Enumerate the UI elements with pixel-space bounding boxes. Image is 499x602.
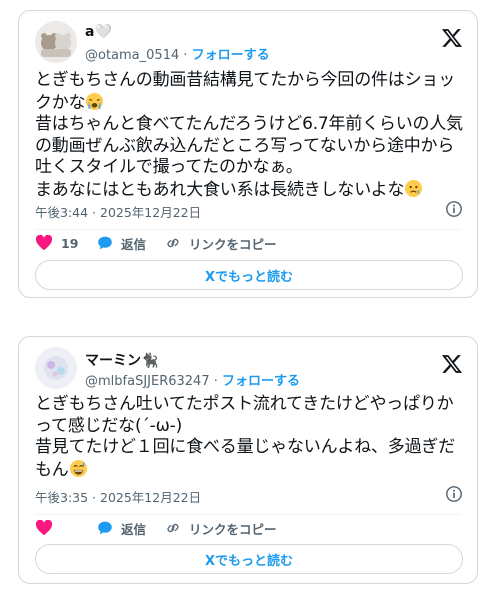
handle-line: @otama_0514 · フォローする: [85, 44, 270, 63]
author-handle[interactable]: @otama_0514: [85, 48, 179, 63]
heart-icon: [35, 235, 53, 251]
author-name[interactable]: a🤍: [85, 24, 112, 40]
text-line: 昔見てたけど１回に食べる量じゃないんよね、多過ぎだ: [35, 437, 455, 457]
read-more-button[interactable]: Xでもっと読む: [35, 260, 463, 290]
x-logo-icon[interactable]: [441, 353, 463, 375]
like-count: 19: [61, 235, 79, 251]
follow-button[interactable]: フォローする: [192, 48, 270, 63]
post-timestamp[interactable]: 午後3:44 · 2025年12月22日: [35, 202, 201, 221]
worried-face-emoji: [405, 179, 423, 197]
post-actions: 19 返信 リンクをコピー: [35, 232, 461, 254]
post-header: マーミン🐈‍⬛ @mlbfaSJJER63247 · フォローする: [35, 347, 463, 391]
x-logo-icon[interactable]: [441, 27, 463, 49]
reply-bubble-icon: [98, 521, 112, 535]
copy-link-button[interactable]: リンクをコピー: [165, 517, 277, 539]
reply-button[interactable]: 返信: [97, 517, 146, 539]
text-line: クかな: [35, 92, 86, 113]
link-icon: [167, 523, 179, 533]
author-handle[interactable]: @mlbfaSJJER63247: [85, 374, 210, 389]
divider: [35, 229, 461, 230]
like-button[interactable]: [35, 517, 53, 539]
heart-icon: [35, 520, 53, 536]
text-line: まあなにはともあれ大食い系は長続きしないよな: [35, 179, 405, 200]
post-text: とぎもちさん吐いてたポスト流れてきたけどやっぱりか って感じだな(´-ω-) 昔…: [35, 394, 465, 481]
author-name[interactable]: マーミン🐈‍⬛: [85, 350, 158, 370]
like-button[interactable]: 19: [35, 232, 78, 254]
post-actions: 返信 リンクをコピー: [35, 517, 461, 539]
text-line: の動画ぜんぶ飲み込んだところ写ってないから途中から: [35, 135, 455, 156]
divider: [35, 514, 461, 515]
separator: ·: [183, 48, 188, 63]
info-icon[interactable]: [445, 485, 463, 503]
text-line: 吐くスタイルで撮ってたのかなぁ。: [35, 157, 303, 177]
text-line: とぎもちさんの動画昔結構見てたから今回の件はショッ: [35, 70, 455, 90]
read-more-button[interactable]: Xでもっと読む: [35, 544, 463, 574]
post-timestamp[interactable]: 午後3:35 · 2025年12月22日: [35, 487, 201, 506]
reply-label: 返信: [121, 521, 147, 537]
post-text: とぎもちさんの動画昔結構見てたから今回の件はショッ クかな 昔はちゃんと食べてた…: [35, 70, 465, 201]
avatar[interactable]: [35, 347, 77, 389]
text-line: とぎもちさん吐いてたポスト流れてきたけどやっぱりか: [35, 394, 454, 414]
info-icon[interactable]: [445, 200, 463, 218]
separator: ·: [213, 374, 218, 389]
follow-button[interactable]: フォローする: [222, 374, 300, 389]
reply-label: 返信: [121, 236, 147, 252]
reply-button[interactable]: 返信: [97, 232, 146, 254]
avatar[interactable]: [35, 21, 77, 63]
reply-bubble-icon: [98, 236, 112, 250]
copy-link-label: リンクをコピー: [189, 236, 277, 252]
text-line: って感じだな(´-ω-): [35, 415, 183, 436]
text-line: もん: [35, 459, 69, 480]
grinning-sweat-emoji: [69, 459, 87, 477]
post-card-2: マーミン🐈‍⬛ @mlbfaSJJER63247 · フォローする とぎもちさん…: [18, 336, 478, 584]
link-icon: [167, 238, 179, 248]
crying-face-emoji: [86, 92, 104, 110]
copy-link-button[interactable]: リンクをコピー: [165, 232, 277, 254]
post-header: a🤍 @otama_0514 · フォローする: [35, 21, 463, 65]
post-card-1: a🤍 @otama_0514 · フォローする とぎもちさんの動画昔結構見てたか…: [18, 10, 478, 298]
handle-line: @mlbfaSJJER63247 · フォローする: [85, 370, 300, 389]
copy-link-label: リンクをコピー: [189, 521, 277, 537]
text-line: 昔はちゃんと食べてたんだろうけど6.7年前くらいの人気: [35, 114, 463, 134]
